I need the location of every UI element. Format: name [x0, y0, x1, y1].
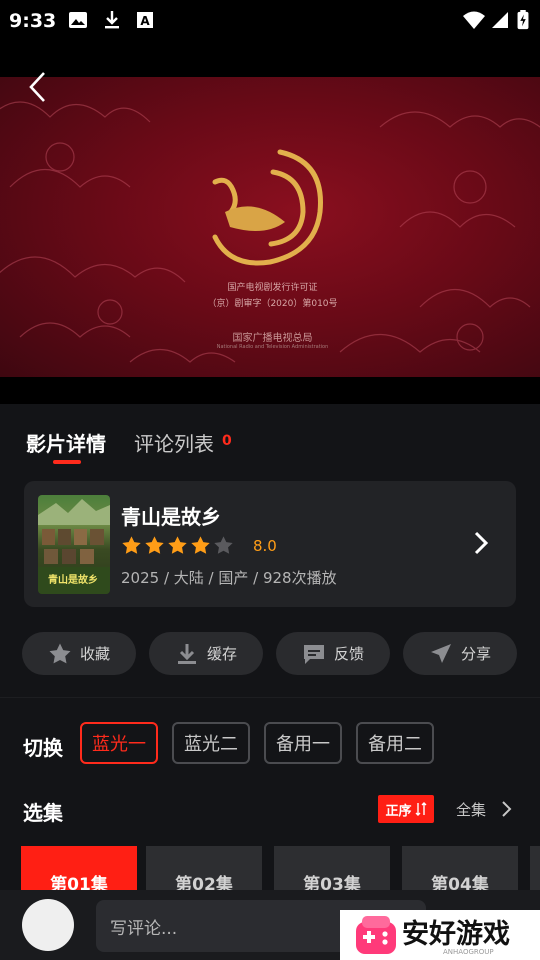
status-time: 9:33: [9, 10, 57, 32]
comment-count-badge: 0: [222, 433, 232, 449]
feedback-button[interactable]: 反馈: [276, 632, 390, 675]
movie-info-card[interactable]: 青山是故乡 青山是故乡 8.0 2025 / 大陆 / 国产 / 928次播放: [24, 481, 516, 607]
star-empty-icon: [214, 536, 233, 554]
star-filled-icon: [122, 536, 141, 554]
episodes-label: 选集: [23, 801, 63, 825]
rating-score: 8.0: [253, 537, 277, 555]
authority-name: 国家广播电视总局: [232, 333, 313, 344]
sort-order-button[interactable]: 正序: [378, 795, 434, 823]
tab-active-indicator: [53, 460, 81, 464]
send-icon: [430, 643, 451, 663]
source-option-3[interactable]: 备用一: [264, 722, 342, 764]
star-filled-icon: [168, 536, 187, 554]
favorite-button[interactable]: 收藏: [22, 632, 136, 675]
cache-button[interactable]: 缓存: [149, 632, 263, 675]
source-option-4[interactable]: 备用二: [356, 722, 434, 764]
video-player[interactable]: 国产电视剧发行许可证 （京）剧审字（2020）第010号 国家广播电视总局 Na…: [0, 50, 540, 404]
chevron-right-icon[interactable]: [500, 800, 512, 818]
source-option-1[interactable]: 蓝光一: [80, 722, 158, 764]
status-bar: 9:33 A: [0, 0, 540, 50]
star-filled-icon: [145, 536, 164, 554]
broadcast-emblem: [212, 149, 323, 266]
tab-detail[interactable]: 影片详情: [26, 428, 106, 457]
app-a-icon: A: [137, 12, 153, 28]
sort-order-label: 正序: [385, 803, 412, 819]
star-icon: [49, 643, 71, 663]
battery-charging-icon: [517, 10, 529, 30]
image-icon: [69, 12, 87, 28]
rating-stars: [121, 535, 234, 556]
gamepad-logo-icon: [356, 916, 396, 954]
source-option-2[interactable]: 蓝光二: [172, 722, 250, 764]
wifi-icon: [463, 11, 485, 29]
movie-meta: 2025 / 大陆 / 国产 / 928次播放: [121, 569, 337, 587]
share-label: 分享: [460, 645, 491, 663]
all-episodes-link[interactable]: 全集: [456, 799, 486, 820]
tab-comments[interactable]: 评论列表: [134, 428, 214, 457]
movie-poster: 青山是故乡: [38, 495, 110, 594]
back-arrow-icon[interactable]: [26, 70, 50, 104]
poster-title: 青山是故乡: [48, 575, 98, 586]
download-status-icon: [105, 11, 119, 29]
star-filled-icon: [191, 536, 210, 554]
message-icon: [303, 644, 324, 664]
source-switch-label: 切换: [23, 736, 63, 760]
license-line-2: （京）剧审字（2020）第010号: [207, 299, 338, 309]
download-icon: [177, 643, 196, 664]
license-line-1: 国产电视剧发行许可证: [227, 283, 318, 293]
authority-name-en: National Radio and Television Administra…: [216, 344, 329, 350]
watermark-subtext: ANHAOGROUP: [443, 948, 494, 956]
signal-icon: [492, 12, 508, 28]
watermark-text: 安好游戏: [402, 919, 510, 950]
favorite-label: 收藏: [79, 645, 110, 663]
sort-arrows-icon: [415, 802, 426, 816]
watermark: 安好游戏 ANHAOGROUP: [340, 910, 540, 960]
cache-label: 缓存: [206, 645, 237, 663]
movie-title: 青山是故乡: [121, 505, 221, 529]
feedback-label: 反馈: [333, 645, 364, 663]
avatar[interactable]: [22, 899, 74, 951]
video-frame: 国产电视剧发行许可证 （京）剧审字（2020）第010号 国家广播电视总局 Na…: [0, 77, 540, 377]
section-divider: [0, 697, 540, 698]
svg-text:A: A: [140, 14, 150, 28]
chevron-right-icon[interactable]: [471, 530, 491, 556]
share-button[interactable]: 分享: [403, 632, 517, 675]
